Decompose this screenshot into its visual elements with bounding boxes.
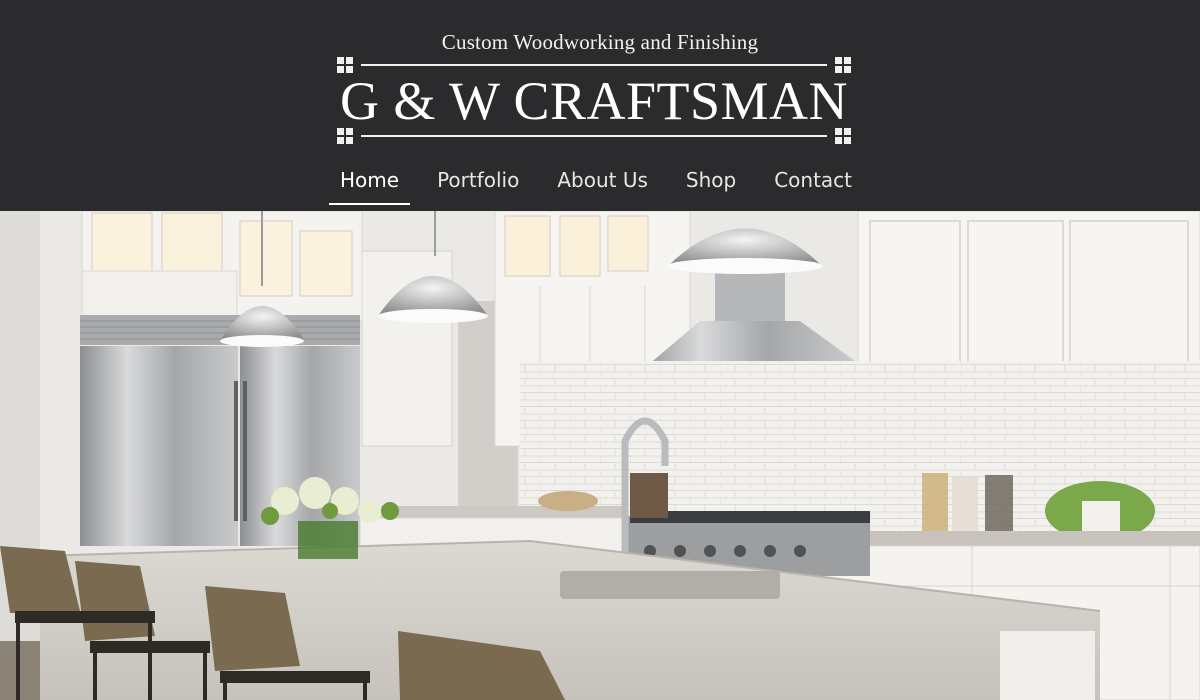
kitchen-illustration [0,211,1200,700]
logo-rule [361,64,827,66]
nav-portfolio[interactable]: Portfolio [426,162,530,200]
logo-rule [361,135,827,137]
brand-name: G & W CRAFTSMAN [339,71,849,131]
nav-home[interactable]: Home [329,162,411,205]
nav-about-us[interactable]: About Us [546,162,659,200]
main-nav: Home Portfolio About Us Shop Contact [329,162,879,206]
nav-contact[interactable]: Contact [763,162,863,200]
hero-kitchen-photo [0,211,1200,700]
nav-shop[interactable]: Shop [675,162,747,200]
site-header: Custom Woodworking and Finishing G & W C… [0,0,1200,211]
site-tagline: Custom Woodworking and Finishing [441,30,759,54]
site-logo[interactable]: G & W CRAFTSMAN [337,55,851,145]
